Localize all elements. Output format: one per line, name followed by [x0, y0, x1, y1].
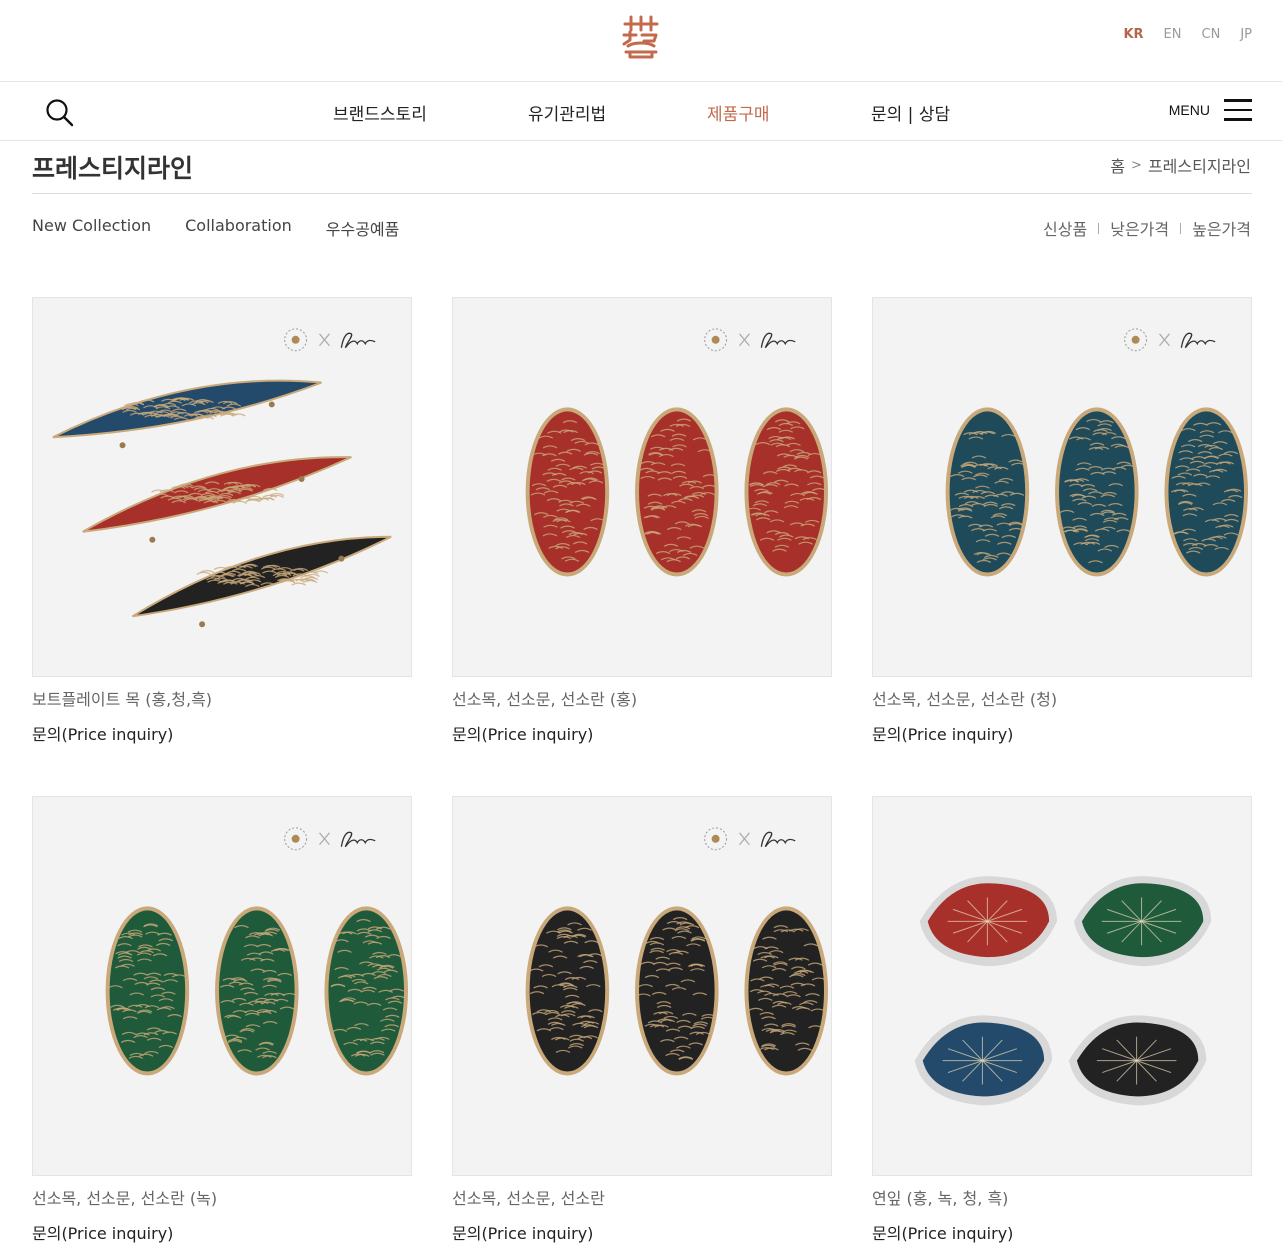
nav-shop[interactable]: 제품구매 — [707, 100, 770, 125]
product-photo — [525, 827, 829, 1076]
product-name[interactable]: 선소목, 선소문, 선소란 (청) — [872, 686, 1057, 710]
product-image[interactable] — [32, 297, 412, 677]
divider — [1098, 222, 1100, 234]
breadcrumb-current: 프레스티지라인 — [1147, 157, 1251, 176]
product-name[interactable]: 선소목, 선소문, 선소란 (녹) — [32, 1185, 217, 1209]
product-card[interactable]: 선소목, 선소문, 선소란 (청) 문의(Price inquiry) — [872, 297, 1252, 744]
brand-logo[interactable] — [620, 14, 662, 60]
product-name[interactable]: 연잎 (홍, 녹, 청, 흑) — [872, 1185, 1008, 1209]
product-image[interactable] — [452, 297, 832, 677]
product-card[interactable]: 연잎 (홍, 녹, 청, 흑) 문의(Price inquiry) — [872, 796, 1252, 1243]
page-title: 프레스티지라인 — [32, 154, 194, 183]
product-image[interactable] — [32, 796, 412, 1176]
collab-brand-mark — [284, 328, 376, 352]
product-photo — [945, 328, 1249, 577]
category-tabs: New Collection Collaboration 우수공예품 — [32, 216, 399, 240]
product-price: 문의(Price inquiry) — [32, 1224, 174, 1243]
search-icon[interactable] — [44, 97, 76, 127]
breadcrumb-home[interactable]: 홈 — [1110, 153, 1125, 177]
product-image[interactable] — [452, 796, 832, 1176]
product-photo — [914, 876, 1212, 1106]
product-price: 문의(Price inquiry) — [32, 725, 174, 744]
collab-brand-mark — [284, 827, 376, 851]
product-name[interactable]: 선소목, 선소문, 선소란 (홍) — [452, 686, 637, 710]
hamburger-icon — [1224, 99, 1252, 121]
lang-cn[interactable]: CN — [1202, 27, 1221, 42]
product-photo — [105, 827, 409, 1076]
top-bar: KR EN CN JP — [0, 0, 1282, 82]
product-photo — [525, 328, 829, 577]
product-card[interactable]: 선소목, 선소문, 선소란 (홍) 문의(Price inquiry) — [452, 297, 832, 744]
language-switcher: KR EN CN JP — [1123, 27, 1252, 42]
lang-en[interactable]: EN — [1164, 27, 1182, 42]
product-price: 문의(Price inquiry) — [872, 1224, 1014, 1243]
nav-brand-story[interactable]: 브랜드스토리 — [333, 100, 427, 125]
chevron-right-icon: > — [1131, 157, 1142, 173]
menu-button[interactable]: MENU — [1169, 99, 1252, 121]
product-name[interactable]: 보트플레이트 목 (홍,청,흑) — [32, 686, 212, 710]
tab-excellent-craft[interactable]: 우수공예품 — [326, 216, 400, 240]
product-photo — [52, 328, 392, 628]
product-image[interactable] — [872, 297, 1252, 677]
product-name[interactable]: 선소목, 선소문, 선소란 — [452, 1185, 605, 1209]
breadcrumb: 홈 > 프레스티지라인 — [1110, 153, 1251, 177]
product-image[interactable] — [872, 796, 1252, 1176]
product-card[interactable]: 선소목, 선소문, 선소란 문의(Price inquiry) — [452, 796, 832, 1243]
sort-links: 신상품 낮은가격 높은가격 — [1043, 216, 1251, 240]
menu-label: MENU — [1168, 102, 1210, 118]
product-price: 문의(Price inquiry) — [452, 725, 594, 744]
product-price: 문의(Price inquiry) — [452, 1224, 594, 1243]
sort-newest[interactable]: 신상품 — [1043, 216, 1087, 240]
lang-jp[interactable]: JP — [1240, 27, 1252, 42]
product-price: 문의(Price inquiry) — [872, 725, 1014, 744]
divider — [32, 193, 1252, 194]
divider — [1180, 222, 1182, 234]
nav-contact[interactable]: 문의 | 상담 — [871, 100, 950, 125]
collab-brand-mark — [704, 328, 796, 352]
collab-brand-mark — [704, 827, 796, 851]
main-nav: 브랜드스토리 유기관리법 제품구매 문의 | 상담 MENU — [0, 83, 1282, 141]
tab-new-collection[interactable]: New Collection — [32, 216, 151, 240]
product-card[interactable]: 보트플레이트 목 (홍,청,흑) 문의(Price inquiry) — [32, 297, 412, 744]
nav-care-guide[interactable]: 유기관리법 — [528, 100, 606, 125]
sort-price-low[interactable]: 낮은가격 — [1110, 216, 1169, 240]
product-card[interactable]: 선소목, 선소문, 선소란 (녹) 문의(Price inquiry) — [32, 796, 412, 1243]
lang-kr[interactable]: KR — [1123, 27, 1143, 42]
tab-collaboration[interactable]: Collaboration — [185, 216, 292, 240]
collab-brand-mark — [1124, 328, 1216, 352]
sort-price-high[interactable]: 높은가격 — [1192, 216, 1251, 240]
